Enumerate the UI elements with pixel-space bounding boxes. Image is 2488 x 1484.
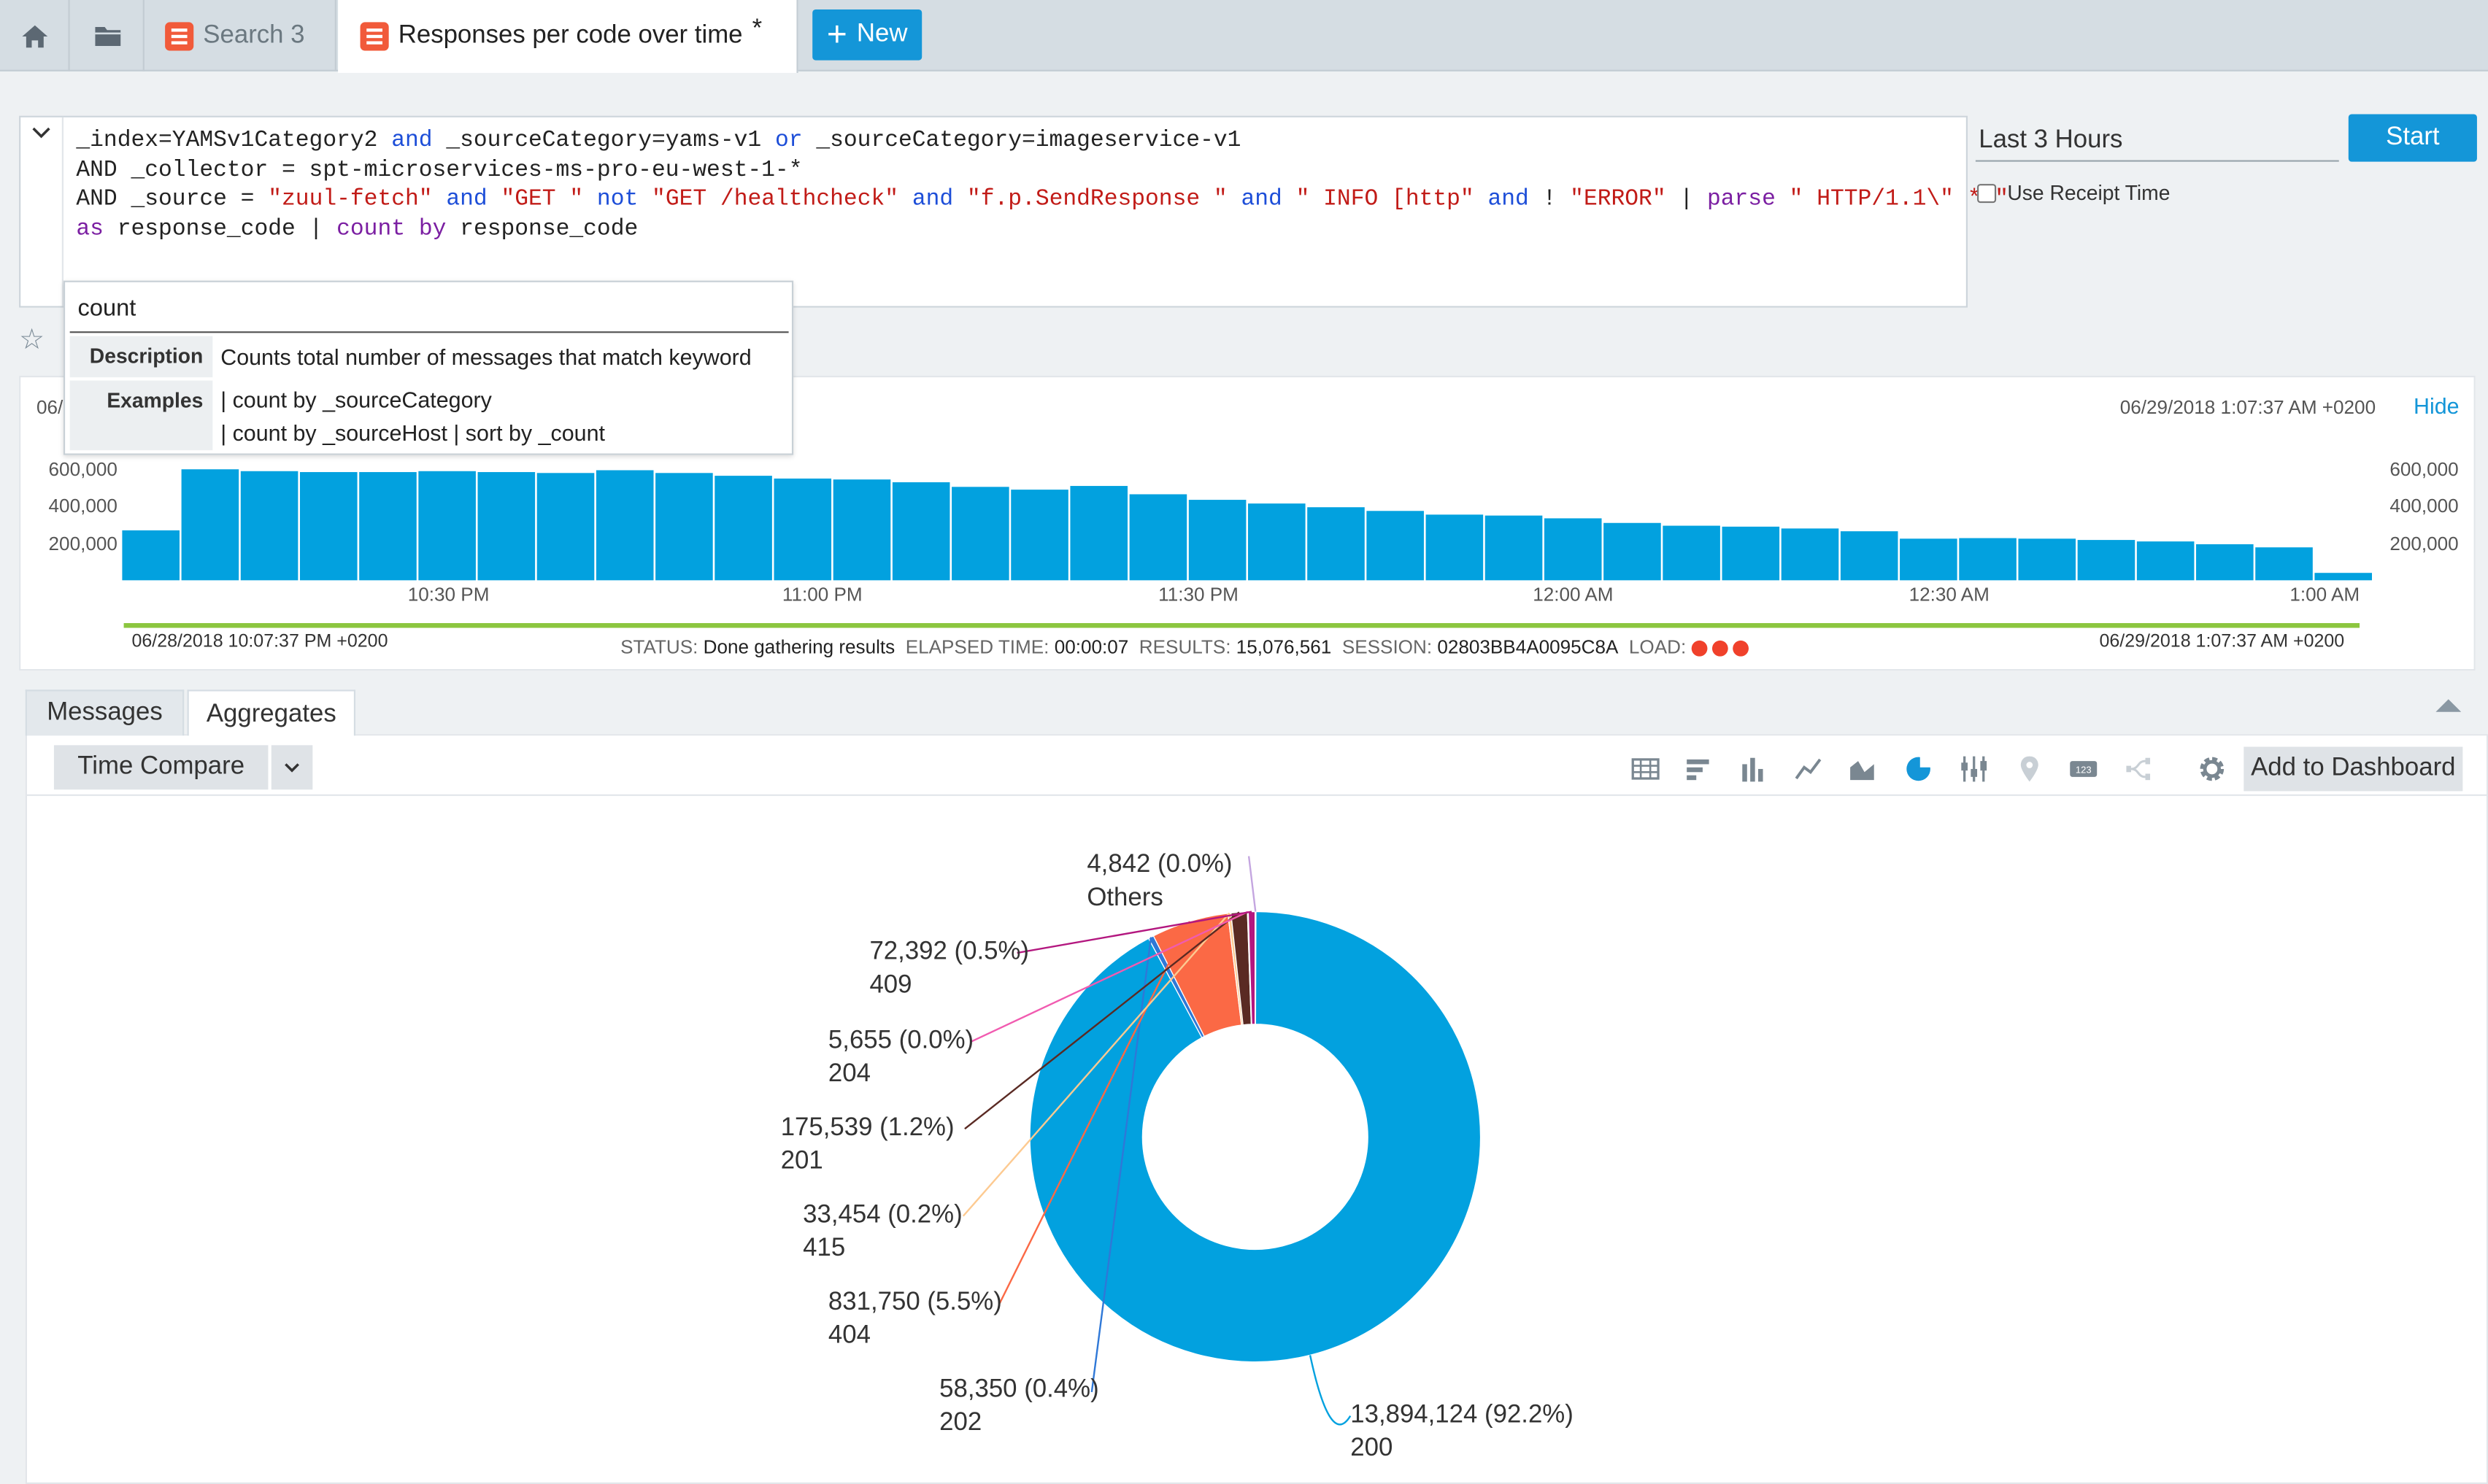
slice-label-code: 204 [828, 1060, 871, 1088]
slice-label-code: Others [1087, 884, 1163, 912]
slice-label-value: 831,750 (5.5%) [828, 1288, 1002, 1316]
slice-label-value: 58,350 (0.4%) [939, 1376, 1099, 1404]
slice-label-value: 175,539 (1.2%) [780, 1114, 955, 1142]
leader-line [1247, 856, 1257, 912]
slice-label-value: 33,454 (0.2%) [803, 1202, 963, 1229]
slice-label-code: 409 [869, 972, 912, 1000]
slice-label-code: 404 [828, 1322, 871, 1350]
slice-label-code: 201 [780, 1148, 823, 1175]
slice-label-value: 72,392 (0.5%) [869, 938, 1030, 966]
leader-line [1309, 1355, 1352, 1426]
slice-label-value: 4,842 (0.0%) [1087, 851, 1233, 878]
slice-label-code: 202 [939, 1409, 982, 1437]
slice-label-value: 5,655 (0.0%) [828, 1027, 974, 1055]
slice-label-value: 13,894,124 (92.2%) [1350, 1402, 1574, 1429]
pie-chart[interactable] [0, 0, 2488, 1484]
slice-label-code: 415 [803, 1234, 846, 1262]
slice-label-code: 200 [1350, 1434, 1393, 1462]
pie-slice[interactable] [1255, 911, 1257, 1025]
